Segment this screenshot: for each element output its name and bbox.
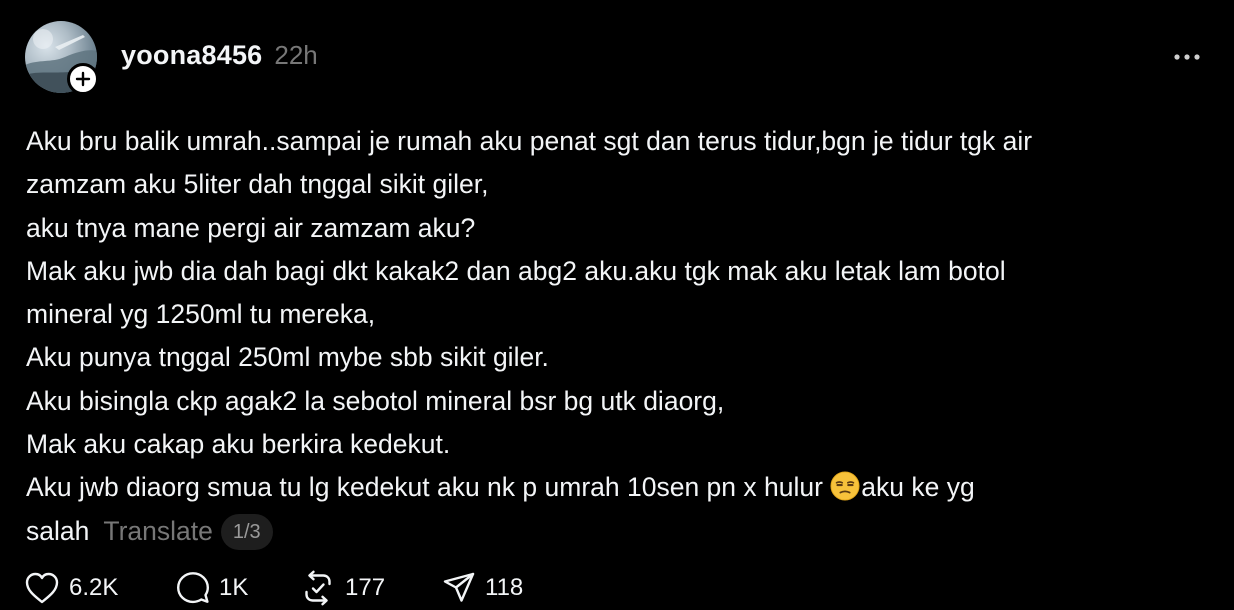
send-icon xyxy=(443,572,475,602)
comment-button[interactable]: 1K xyxy=(176,568,248,608)
post-body-line: Aku bru balik umrah..sampai je rumah aku… xyxy=(26,126,1033,156)
share-button[interactable]: 118 xyxy=(442,568,523,608)
more-options-button[interactable] xyxy=(1172,46,1202,68)
post-body-line: zamzam aku 5liter dah tnggal sikit giler… xyxy=(26,169,489,200)
post-body-line: salah Translate 1/3 xyxy=(26,510,1216,553)
comment-count: 1K xyxy=(219,574,249,601)
post-body: Aku bru balik umrah..sampai je rumah aku… xyxy=(26,120,1216,553)
post-body-text: salah xyxy=(26,515,90,546)
username[interactable]: yoona8456 xyxy=(121,40,262,71)
post-body-text: Aku jwb diaorg smua tu lg kedekut aku nk… xyxy=(26,472,831,503)
post-body-line: Aku punya tnggal 250ml mybe sbb sikit gi… xyxy=(26,342,549,373)
unamused-face-emoji-icon xyxy=(830,471,860,501)
repost-count: 177 xyxy=(345,574,386,601)
thread-post: yoona8456 22h Aku bru balik umrah..sampa… xyxy=(0,0,1234,610)
post-body-line: aku tnya mane pergi air zamzam aku? xyxy=(26,212,476,243)
translate-link[interactable]: Translate xyxy=(103,516,212,546)
page-indicator: 1/3 xyxy=(220,513,273,550)
comment-bubble-icon xyxy=(177,572,209,604)
share-count: 118 xyxy=(485,574,524,601)
like-button[interactable]: 6.2K xyxy=(24,568,118,608)
repost-button[interactable]: 177 xyxy=(300,568,385,608)
post-body-line: Mak aku jwb dia dah bagi dkt kakak2 dan … xyxy=(26,255,1006,286)
repost-icon xyxy=(305,570,331,606)
avatar-container[interactable] xyxy=(25,21,99,95)
more-horizontal-icon xyxy=(1174,54,1200,60)
timestamp[interactable]: 22h xyxy=(274,40,317,71)
post-body-line: Mak aku cakap aku berkira kedekut. xyxy=(26,429,451,460)
follow-button[interactable] xyxy=(67,63,99,95)
post-body-line: Aku jwb diaorg smua tu lg kedekut aku nk… xyxy=(26,466,1216,509)
plus-icon xyxy=(75,71,91,87)
like-count: 6.2K xyxy=(69,574,119,601)
post-body-text: aku ke yg xyxy=(861,472,975,503)
heart-icon xyxy=(25,572,59,604)
post-body-line: Aku bisingla ckp agak2 la sebotol minera… xyxy=(26,385,725,416)
post-header: yoona8456 22h xyxy=(121,40,318,71)
post-body-line: mineral yg 1250ml tu mereka, xyxy=(26,299,376,330)
